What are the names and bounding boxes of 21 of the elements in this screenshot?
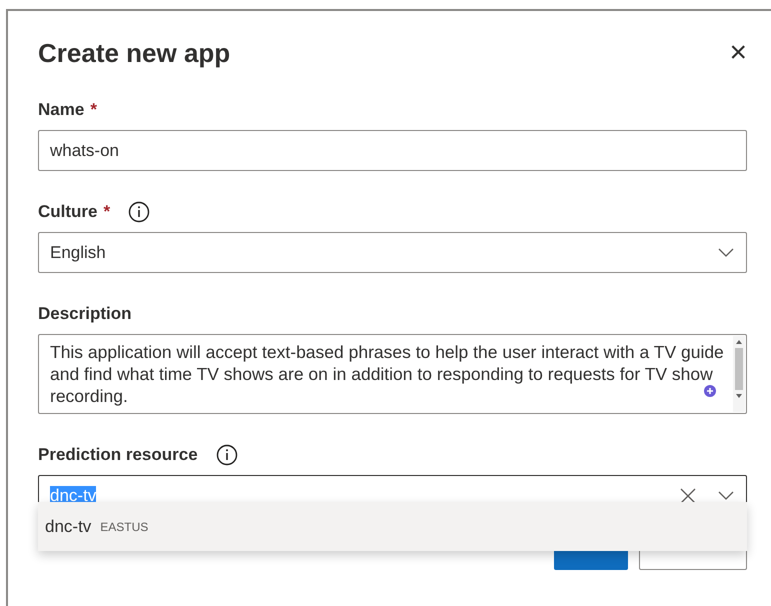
dialog-title: Create new app: [38, 38, 232, 68]
clear-icon[interactable]: [680, 488, 696, 504]
scroll-up-icon[interactable]: [735, 339, 743, 345]
field-label: Prediction resource: [38, 445, 198, 465]
dropdown-option[interactable]: dnc-tv EASTUS: [38, 502, 747, 551]
field-label: Description: [38, 304, 132, 324]
culture-dropdown[interactable]: English: [38, 232, 747, 273]
info-icon[interactable]: [216, 444, 238, 466]
required-asterisk: *: [104, 202, 110, 222]
chevron-down-icon[interactable]: [718, 248, 734, 258]
name-field[interactable]: whats-on: [38, 130, 747, 171]
info-icon[interactable]: [128, 201, 150, 223]
field-label: Name: [38, 100, 84, 120]
chevron-down-icon[interactable]: [718, 490, 734, 500]
scroll-down-icon[interactable]: [735, 393, 743, 399]
description-field[interactable]: This application will accept text-based phrases to help the user interact with a TV guide and find what time TV shows are on in addition to responding to requests for TV show recording.: [38, 334, 747, 414]
close-icon[interactable]: ×: [729, 38, 747, 68]
plus-icon: [704, 385, 716, 397]
scrollbar-thumb[interactable]: [735, 348, 743, 390]
field-label: Culture: [38, 202, 98, 222]
required-asterisk: *: [90, 100, 97, 120]
